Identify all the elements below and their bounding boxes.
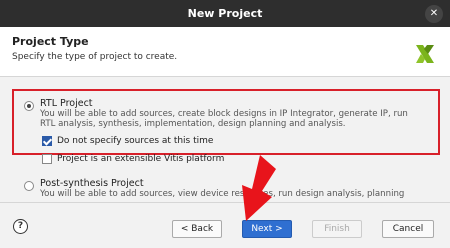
rtl-project-desc-line2: RTL analysis, synthesis, implementation,…: [40, 119, 346, 129]
back-button[interactable]: < Back: [172, 220, 222, 238]
vivado-logo-icon: [416, 45, 434, 63]
no-sources-label[interactable]: Do not specify sources at this time: [57, 136, 213, 146]
page-title: Project Type: [12, 35, 89, 48]
post-synthesis-radio[interactable]: [24, 181, 34, 191]
next-button[interactable]: Next >: [242, 220, 292, 238]
title-bar: New Project ✕: [0, 0, 450, 27]
rtl-project-radio[interactable]: [24, 101, 34, 111]
post-synthesis-label[interactable]: Post-synthesis Project: [40, 178, 144, 189]
close-button[interactable]: ✕: [425, 5, 443, 23]
vitis-platform-checkbox[interactable]: [42, 154, 52, 164]
finish-button: Finish: [312, 220, 362, 238]
rtl-project-label[interactable]: RTL Project: [40, 98, 93, 109]
help-button[interactable]: ?: [13, 219, 28, 234]
wizard-header: Project Type Specify the type of project…: [0, 27, 450, 77]
page-subtitle: Specify the type of project to create.: [12, 52, 178, 62]
rtl-project-desc-line1: You will be able to add sources, create …: [40, 109, 408, 119]
post-synthesis-desc-line1: You will be able to add sources, view de…: [40, 189, 405, 199]
project-type-options: RTL Project You will be able to add sour…: [0, 78, 450, 202]
vitis-platform-label[interactable]: Project is an extensible Vitis platform: [57, 154, 224, 164]
close-icon: ✕: [429, 8, 439, 19]
window-title: New Project: [187, 7, 263, 20]
no-sources-checkbox[interactable]: [42, 136, 52, 146]
cancel-button[interactable]: Cancel: [382, 220, 434, 238]
wizard-footer: ? < Back Next > Finish Cancel: [0, 202, 450, 248]
